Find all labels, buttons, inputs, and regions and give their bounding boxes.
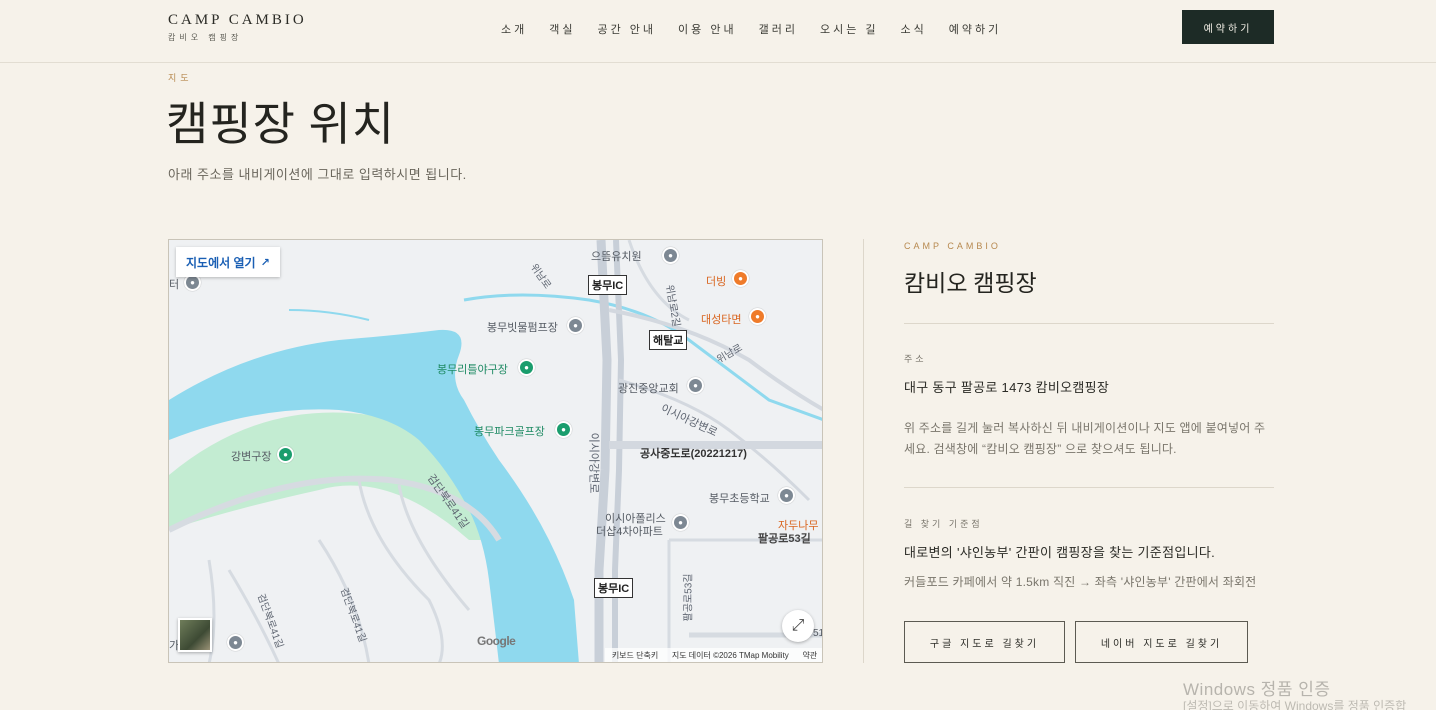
map-label-bongmu-ic-top: 봉무IC (588, 275, 628, 295)
nav-item-directions[interactable]: 오시는 길 (820, 21, 879, 37)
school-icon-2: ● (778, 487, 795, 504)
restaurant-icon: ● (749, 308, 766, 325)
address-label: 주소 (904, 354, 927, 364)
section-eyebrow: 지도 (168, 73, 193, 83)
logo[interactable]: CAMP CAMBIO 캄비오 캠핑장 (168, 12, 307, 43)
google-logo: Google (477, 634, 516, 648)
map-label-kindergarten: 으뜸유치원 (591, 251, 642, 263)
logo-text-ko: 캄비오 캠핑장 (168, 33, 243, 42)
logo-text-en: CAMP CAMBIO (168, 12, 307, 28)
naver-directions-button[interactable]: 네이버 지도로 길찾기 (1075, 621, 1248, 663)
map-label-palgong53b: 팔공로53길 (683, 573, 695, 622)
terms-link[interactable]: 약관 (802, 650, 817, 661)
map-label-elementary: 봉무초등학교 (709, 493, 770, 505)
main-nav: 소개 객실 공간 안내 이용 안내 갤러리 오시는 길 소식 예약하기 (490, 21, 1012, 37)
google-directions-button[interactable]: 구글 지도로 길찾기 (904, 621, 1065, 663)
map-data-credit: 지도 데이터 ©2026 TMap Mobility (671, 651, 789, 660)
page-title: 캠핑장 위치 (166, 99, 396, 150)
nav-item-reserve[interactable]: 예약하기 (949, 21, 1001, 37)
reserve-button[interactable]: 예약하기 (1182, 10, 1274, 44)
building-icon: ● (567, 317, 584, 334)
sports-icon: ● (518, 359, 535, 376)
guide-label: 길 찾기 기준점 (904, 519, 983, 529)
field-icon: ● (277, 446, 294, 463)
map-label-park-golf: 봉무파크골프장 (474, 426, 545, 438)
place-icon-2: ● (227, 634, 244, 651)
map-layer-toggle[interactable] (178, 618, 212, 652)
keyboard-shortcuts-link[interactable]: 키보드 단축키 (612, 650, 658, 661)
external-link-icon: ↗ (260, 256, 270, 269)
map-label-daesung: 대성타면 (701, 314, 742, 326)
open-in-maps-link[interactable]: 지도에서 열기 ↗ (176, 247, 280, 277)
map-label-rugby: 봉무리틀야구장 (437, 364, 508, 376)
map-label-isia-road-2: 이시아강변로 (587, 432, 600, 494)
address-help: 위 주소를 길게 눌러 복사하신 뒤 내비게이션이나 지도 앱에 붙여넣어 주세… (904, 421, 1266, 456)
open-in-maps-label: 지도에서 열기 (186, 255, 256, 270)
map-attribution: 키보드 단축키 지도 데이터 ©2026 TMap Mobility 약관 (605, 648, 822, 662)
nav-item-intro[interactable]: 소개 (501, 21, 527, 37)
church-icon: ● (687, 377, 704, 394)
nav-item-rooms[interactable]: 객실 (549, 21, 575, 37)
golf-icon: ● (555, 421, 572, 438)
fullscreen-icon[interactable]: ⤢ (782, 610, 814, 642)
map-label-gangbyeon: 강변구장 (231, 451, 272, 463)
apartment-icon: ● (672, 514, 689, 531)
divider (904, 323, 1274, 324)
map-label-church: 광진중앙교회 (618, 383, 679, 395)
column-divider (863, 239, 864, 663)
address-text[interactable]: 대구 동구 팔공로 1473 캄비오캠핑장 (904, 377, 1109, 396)
map-label-dubbing: 더빙 (706, 276, 727, 288)
cafe-icon: ● (732, 270, 749, 287)
guide-text: 커들포드 카페에서 약 1.5km 직진 → 좌측 '샤인농부' 간판에서 좌회… (904, 575, 1257, 589)
nav-item-gallery[interactable]: 갤러리 (759, 21, 798, 37)
panel-eyebrow: CAMP CAMBIO (904, 241, 1001, 251)
map-label-ter: 터 (169, 279, 180, 291)
page-subtitle: 아래 주소를 내비게이션에 그대로 입력하시면 됩니다. (168, 167, 467, 182)
nav-item-spaces[interactable]: 공간 안내 (598, 21, 657, 37)
map-label-apartment-2: 더샵4차아파트 (596, 526, 663, 538)
divider-2 (904, 487, 1274, 488)
panel-title: 캄비오 캠핑장 (904, 271, 1037, 296)
nav-item-usage[interactable]: 이용 안내 (678, 21, 737, 37)
map-label-construction: 공사중도로(20221217) (640, 448, 747, 460)
nav-item-news[interactable]: 소식 (901, 21, 927, 37)
school-icon: ● (662, 247, 679, 264)
site-header: CAMP CAMBIO 캄비오 캠핑장 소개 객실 공간 안내 이용 안내 갤러… (0, 0, 1436, 63)
embedded-map[interactable]: 으뜸유치원 ● 더빙 ● 대성타면 ● 봉무IC 해탈교 봉무빗물펌프장 ● 봉… (168, 239, 823, 663)
map-label-palgong53: 팔공로53길 (758, 533, 811, 545)
guide-strong: 대로변의 '샤인농부' 간판이 캠핑장을 찾는 기준점입니다. (904, 545, 1216, 560)
map-label-haetal: 해탈교 (649, 330, 688, 350)
map-label-bongmu-ic-bottom: 봉무IC (594, 578, 634, 598)
map-label-num51: 51 (813, 628, 822, 639)
map-label-pump: 봉무빗물펌프장 (487, 322, 558, 334)
windows-activation-text: [설정]으로 이동하여 Windows를 정품 인증합 (1183, 699, 1407, 710)
